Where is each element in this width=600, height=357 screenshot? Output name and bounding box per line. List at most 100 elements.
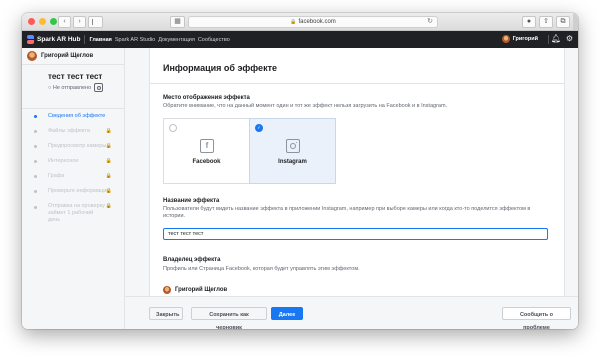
sidebar-user-name: Григорий Щеглов — [41, 53, 94, 59]
tab-overview-icon[interactable]: ▦ — [170, 16, 185, 28]
main-content: Информация об эффекте Место отображения … — [125, 48, 578, 329]
effect-name-description: Пользователи будут видеть название эффек… — [163, 206, 531, 219]
history-nav: ‹ › — [58, 16, 86, 28]
avatar — [501, 35, 510, 43]
step-label: Файлы эффекта — [48, 128, 90, 134]
platform-label: Facebook — [192, 159, 221, 165]
owner-label: Владелец эффекта — [163, 257, 221, 263]
nav-documentation[interactable]: Документация — [158, 37, 195, 43]
placement-label: Место отображения эффекта — [163, 95, 250, 101]
lock-icon: 🔒 — [105, 188, 112, 194]
effect-summary: тест тест тест ○ Не отправлено — [22, 65, 124, 109]
step-effect-details[interactable]: Сведения об эффекте — [22, 109, 124, 124]
back-button[interactable]: ‹ — [58, 16, 71, 28]
radio-instagram[interactable]: ✓ — [255, 124, 263, 132]
instagram-icon — [94, 83, 104, 92]
bell-icon[interactable]: 🔔︎ — [551, 34, 561, 43]
tabs-icon[interactable]: ⧉ — [556, 16, 570, 28]
browser-actions: ● ⇧ ⧉ — [522, 16, 570, 28]
step-dot — [34, 115, 37, 118]
lock-icon: 🔒 — [105, 203, 112, 209]
browser-window: ‹ › ▦ 🔒 facebook.com ↻ ● ⇧ ⧉ Spark AR Hub… — [22, 13, 578, 329]
step-camera-preview: Предпросмотр камеры 🔒 — [22, 139, 124, 154]
divider — [548, 35, 549, 44]
step-effect-files: Файлы эффекта 🔒 — [22, 124, 124, 139]
sidebar-toggle-icon[interactable] — [88, 16, 103, 28]
step-dot — [34, 190, 37, 193]
status-text: Не отправлено — [52, 84, 92, 91]
step-label: Предпросмотр камеры — [48, 143, 107, 149]
lock-icon: 🔒 — [105, 143, 112, 149]
new-tab-button[interactable] — [573, 13, 578, 30]
downloads-icon[interactable]: ● — [522, 16, 536, 28]
platform-option-instagram[interactable]: ✓ Instagram — [249, 118, 336, 184]
steps-list: Сведения об эффекте Файлы эффекта 🔒 Пред… — [22, 109, 124, 225]
close-button[interactable]: Закрыть — [149, 307, 183, 320]
share-icon[interactable]: ⇧ — [539, 16, 553, 28]
step-interesting: Интересное 🔒 — [22, 154, 124, 169]
report-problem-button[interactable]: Сообщить о проблеме — [502, 307, 571, 329]
browser-toolbar: ‹ › ▦ 🔒 facebook.com ↻ ● ⇧ ⧉ — [22, 13, 578, 31]
platform-label: Instagram — [278, 159, 307, 165]
owner-name: Григорий Щеглов — [175, 287, 228, 293]
gear-icon[interactable]: ⚙︎ — [566, 34, 573, 43]
divider — [84, 35, 86, 44]
brand-logo[interactable]: Spark AR Hub — [27, 35, 80, 44]
platform-option-facebook[interactable]: f Facebook — [163, 118, 250, 184]
page-body: Григорий Щеглов тест тест тест ○ Не отпр… — [22, 48, 578, 329]
owner-description: Профиль или Страница Facebook, которая б… — [163, 266, 360, 272]
step-label: Графа — [48, 173, 65, 179]
step-label: Сведения об эффекте — [48, 113, 106, 119]
effect-name-input[interactable] — [163, 228, 548, 240]
next-button[interactable]: Далее — [271, 307, 303, 320]
step-label: Интересное — [48, 158, 79, 164]
owner-profile: Григорий Щеглов — [163, 286, 227, 294]
nav-community[interactable]: Сообщество — [198, 37, 230, 43]
form-footer: Закрыть Сохранить как черновик Далее Соо… — [125, 296, 578, 329]
effect-status: ○ Не отправлено — [48, 83, 124, 92]
lock-icon: 🔒 — [290, 19, 297, 25]
step-graph: Графа 🔒 — [22, 169, 124, 184]
steps-sidebar: Григорий Щеглов тест тест тест ○ Не отпр… — [22, 48, 125, 329]
radio-facebook[interactable] — [169, 124, 177, 132]
address-bar[interactable]: 🔒 facebook.com ↻ — [188, 16, 438, 28]
save-draft-button[interactable]: Сохранить как черновик — [191, 307, 267, 329]
address-text: facebook.com — [298, 19, 336, 25]
step-label: Отправка на проверку займет 1 рабочий де… — [48, 203, 105, 223]
step-dot — [34, 160, 37, 163]
step-submit-review: Отправка на проверку займет 1 рабочий де… — [22, 199, 124, 225]
effect-info-card: Информация об эффекте Место отображения … — [149, 48, 565, 297]
avatar — [27, 51, 37, 61]
close-window-button[interactable] — [28, 18, 35, 25]
step-review-info: Проверьте информацию 🔒 — [22, 184, 124, 199]
account-name: Григорий — [512, 36, 538, 42]
app-topbar: Spark AR Hub Главная Spark AR Studio Док… — [22, 31, 578, 48]
divider — [150, 83, 564, 84]
lock-icon: 🔒 — [105, 128, 112, 134]
sidebar-user: Григорий Щеглов — [22, 48, 124, 65]
step-dot — [34, 145, 37, 148]
step-label: Проверьте информацию — [48, 188, 111, 194]
avatar — [163, 286, 171, 294]
step-dot — [34, 130, 37, 133]
window-controls — [28, 18, 57, 25]
forward-button[interactable]: › — [73, 16, 86, 28]
instagram-icon — [286, 139, 300, 153]
account-menu[interactable]: Григорий — [501, 35, 538, 43]
placement-description: Обратите внимание, что на данный момент … — [163, 103, 448, 109]
page-title: Информация об эффекте — [163, 63, 277, 73]
facebook-icon: f — [200, 139, 214, 153]
reload-icon[interactable]: ↻ — [427, 17, 433, 27]
lock-icon: 🔒 — [105, 158, 112, 164]
effect-title: тест тест тест — [48, 72, 103, 81]
nav-home[interactable]: Главная — [89, 37, 111, 43]
effect-name-label: Название эффекта — [163, 198, 220, 204]
minimize-window-button[interactable] — [39, 18, 46, 25]
step-dot — [34, 206, 37, 209]
brand-name: Spark AR Hub — [37, 36, 81, 43]
spark-logo-icon — [27, 35, 34, 44]
step-dot — [34, 175, 37, 178]
maximize-window-button[interactable] — [50, 18, 57, 25]
lock-icon: 🔒 — [105, 173, 112, 179]
nav-spark-ar-studio[interactable]: Spark AR Studio — [115, 37, 155, 43]
